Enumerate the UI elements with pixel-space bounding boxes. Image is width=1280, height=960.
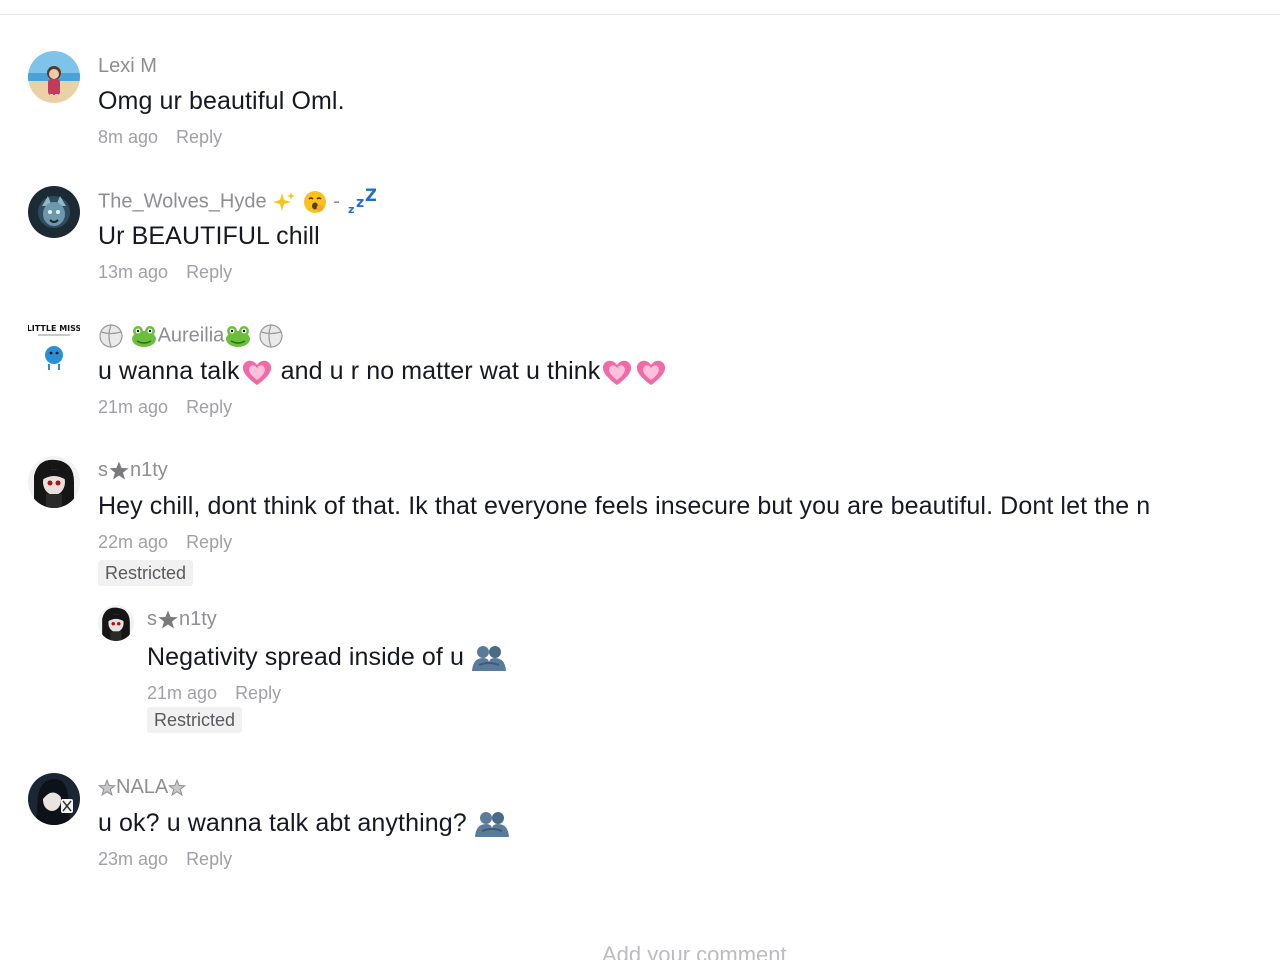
people-hugging-icon xyxy=(474,812,509,838)
comment-text: Hey chill, dont think of that. Ik that e… xyxy=(98,492,1151,520)
svg-text:Z: Z xyxy=(365,188,376,206)
comment-text-part: Negativity spread inside of u xyxy=(147,643,464,671)
comment-text: Omg ur beautiful Oml. xyxy=(98,87,345,115)
avatar[interactable] xyxy=(28,456,80,508)
star-icon xyxy=(158,610,178,629)
frog-icon xyxy=(226,326,251,347)
comment-input-placeholder[interactable]: Add your comment xyxy=(602,942,787,960)
volleyball-icon xyxy=(99,324,123,348)
username-text: NALA xyxy=(116,776,169,798)
reply-button[interactable]: Reply xyxy=(186,532,232,552)
comment-username[interactable]: s n1ty xyxy=(98,458,168,482)
avatar-little-miss-icon: LITTLE MISS xyxy=(28,321,80,373)
comment-username[interactable]: s n1ty xyxy=(147,607,217,631)
comment-username[interactable]: The_Wolves_Hyde - z z Z xyxy=(98,186,377,216)
username-text: s xyxy=(147,608,157,630)
comment-meta: 13m ago Reply xyxy=(98,261,232,283)
avatar[interactable] xyxy=(28,773,80,825)
comment-meta: 22m ago Reply xyxy=(98,531,232,553)
comments-panel: Lexi M Omg ur beautiful Oml. 8m ago Reply… xyxy=(0,0,1280,960)
comment-timestamp: 21m ago xyxy=(98,397,169,417)
star-outline-icon xyxy=(97,778,117,796)
avatar[interactable] xyxy=(98,605,134,641)
avatar-image-icon xyxy=(28,51,80,103)
avatar[interactable] xyxy=(28,186,80,238)
comment-timestamp: 13m ago xyxy=(98,262,169,282)
reply-button[interactable]: Reply xyxy=(186,397,232,417)
comment-text: Negativity spread inside of u xyxy=(147,642,507,673)
svg-text:z: z xyxy=(356,195,364,211)
comment-timestamp: 22m ago xyxy=(98,532,169,552)
reply-button[interactable]: Reply xyxy=(186,262,232,282)
frog-icon xyxy=(131,326,156,347)
growing-heart-icon xyxy=(603,361,632,386)
top-divider xyxy=(0,14,1280,15)
star-outline-icon xyxy=(168,778,187,796)
comment-text: Ur BEAUTIFUL chill xyxy=(98,222,320,250)
avatar-dark-character-icon xyxy=(28,456,80,508)
restricted-badge: Restricted xyxy=(147,707,243,733)
avatar[interactable] xyxy=(28,51,80,103)
svg-text:z: z xyxy=(348,203,354,216)
avatar-logo-text: LITTLE MISS xyxy=(28,324,80,333)
comment-text-part: u ok? u wanna talk abt anything? xyxy=(98,809,467,837)
comment-text-part: u wanna talk xyxy=(98,357,240,385)
comment-username[interactable]: NALA xyxy=(97,775,187,799)
username-text: The_Wolves_Hyde xyxy=(98,190,267,213)
avatar[interactable]: LITTLE MISS xyxy=(28,321,80,373)
comment-meta: 23m ago Reply xyxy=(98,848,232,870)
comment-meta: 21m ago Reply xyxy=(147,682,281,704)
comment-timestamp: 21m ago xyxy=(147,683,218,703)
username-text: n1ty xyxy=(130,459,168,481)
comment-text: u ok? u wanna talk abt anything? xyxy=(98,808,510,839)
username-text: Aureilia xyxy=(157,324,225,347)
comment-text-part: and u r no matter wat u think xyxy=(273,357,601,385)
reply-button[interactable]: Reply xyxy=(176,127,222,147)
comment-meta: 8m ago Reply xyxy=(98,126,222,148)
growing-heart-icon xyxy=(637,361,666,386)
comment-meta: 21m ago Reply xyxy=(98,396,232,418)
star-icon xyxy=(109,461,129,480)
reply-button[interactable]: Reply xyxy=(235,683,281,703)
comment-username[interactable]: Aureilia xyxy=(98,323,284,349)
people-hugging-icon xyxy=(472,646,507,672)
growing-heart-icon xyxy=(242,361,271,386)
username-text: n1ty xyxy=(179,608,217,630)
avatar-anime-character-icon xyxy=(28,773,80,825)
comment-timestamp: 8m ago xyxy=(98,127,159,147)
avatar-wolf-icon xyxy=(28,186,80,238)
comment-timestamp: 23m ago xyxy=(98,849,169,869)
comment-text: u wanna talk and u r no matter wat u thi… xyxy=(98,356,668,388)
restricted-badge: Restricted xyxy=(98,560,194,586)
volleyball-icon xyxy=(259,324,283,348)
comment-username[interactable]: Lexi M xyxy=(98,54,157,78)
avatar-dark-character-icon xyxy=(98,605,134,641)
yawning-face-icon xyxy=(303,191,326,213)
sparkles-icon xyxy=(273,192,296,211)
username-dash: - xyxy=(333,190,340,213)
username-text: s xyxy=(98,459,108,481)
zzz-icon: z z Z xyxy=(348,186,377,216)
reply-button[interactable]: Reply xyxy=(186,849,232,869)
